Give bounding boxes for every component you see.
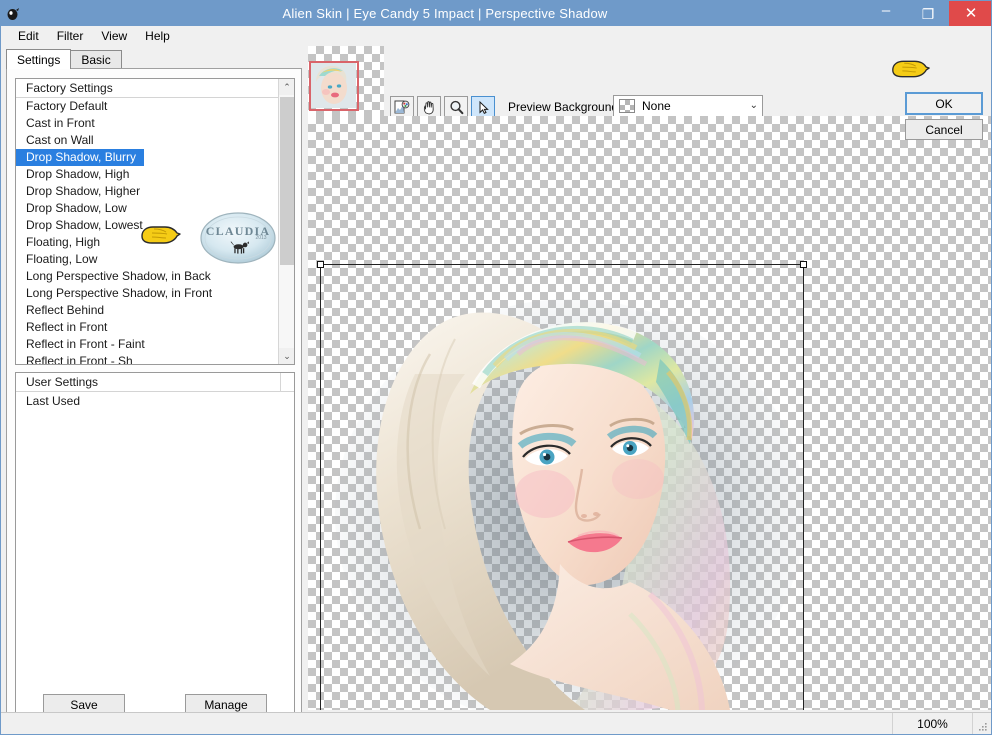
chevron-down-icon[interactable]: ⌄	[750, 100, 758, 111]
user-settings-header: User Settings	[16, 373, 294, 392]
window-title: Alien Skin | Eye Candy 5 Impact | Perspe…	[282, 6, 608, 21]
minimize-button[interactable]: –	[865, 1, 907, 26]
maximize-button[interactable]: ❐	[907, 1, 949, 26]
status-bar: 100%	[1, 712, 991, 734]
hand-pan-icon[interactable]	[417, 96, 441, 118]
list-item-selected[interactable]: Drop Shadow, Blurry	[16, 149, 145, 166]
preview-background-select[interactable]: None ⌄	[613, 95, 763, 117]
window-controls: – ❐ ✕	[865, 1, 991, 26]
menu-filter[interactable]: Filter	[48, 27, 93, 45]
menu-help[interactable]: Help	[136, 27, 179, 45]
preview-image	[320, 264, 820, 710]
preview-background-value: None	[642, 99, 671, 113]
settings-panel-body: Factory Settings Factory Default Cast in…	[6, 68, 302, 730]
title-bar: Alien Skin | Eye Candy 5 Impact | Perspe…	[1, 1, 991, 26]
navigator-thumbnail[interactable]	[308, 46, 384, 122]
preview-toolbar	[390, 96, 495, 118]
factory-settings-header: Factory Settings	[16, 79, 279, 98]
list-item[interactable]: Reflect in Front	[16, 319, 279, 336]
list-item[interactable]: Long Perspective Shadow, in Back	[16, 268, 279, 285]
scroll-up-arrow-icon[interactable]: ⌃	[279, 79, 294, 95]
ok-button[interactable]: OK	[905, 92, 983, 115]
list-item[interactable]: Cast on Wall	[16, 132, 279, 149]
list-item[interactable]: Reflect in Front - Faint	[16, 336, 279, 353]
list-item[interactable]: Long Perspective Shadow, in Front	[16, 285, 279, 302]
claudia-watermark-logo: CLAUDIA 2013	[199, 211, 277, 265]
color-sampler-icon[interactable]	[390, 96, 414, 118]
tab-basic[interactable]: Basic	[70, 50, 122, 69]
list-item-selected-row: Drop Shadow, Blurry	[16, 149, 279, 166]
list-item[interactable]: Reflect Behind	[16, 302, 279, 319]
list-item[interactable]: Last Used	[16, 392, 294, 410]
preview-canvas[interactable]	[308, 116, 991, 710]
menu-view[interactable]: View	[92, 27, 136, 45]
preview-background-label: Preview Background:	[508, 100, 622, 114]
dialog-buttons: OK Cancel	[905, 92, 983, 140]
settings-panel: Settings Basic Factory Settings Factory …	[1, 46, 304, 730]
resize-grip-icon[interactable]	[973, 713, 991, 735]
factory-settings-scrollbar[interactable]: ⌃ ⌄	[278, 79, 294, 364]
svg-text:2013: 2013	[255, 235, 266, 241]
preview-area: Preview Background: None ⌄ OK Cancel	[304, 46, 991, 714]
list-item[interactable]: Cast in Front	[16, 115, 279, 132]
pointer-arrow-icon[interactable]	[471, 96, 495, 118]
pointer-hand-annotation-ok	[888, 54, 932, 87]
close-button[interactable]: ✕	[949, 1, 991, 26]
scroll-down-arrow-icon[interactable]: ⌄	[279, 348, 294, 364]
menu-edit[interactable]: Edit	[9, 27, 48, 45]
zoom-magnifier-icon[interactable]	[444, 96, 468, 118]
list-item[interactable]: Factory Default	[16, 98, 279, 115]
cancel-button[interactable]: Cancel	[905, 119, 983, 140]
user-settings-scroll-gutter	[280, 373, 294, 392]
list-item[interactable]: Drop Shadow, High	[16, 166, 279, 183]
menu-bar: Edit Filter View Help	[1, 26, 991, 46]
list-item[interactable]: Drop Shadow, Higher	[16, 183, 279, 200]
zoom-level-indicator: 100%	[893, 712, 973, 734]
app-icon	[1, 1, 25, 26]
status-message	[1, 712, 893, 734]
scrollbar-thumb[interactable]	[280, 97, 294, 265]
navigator-viewport-rect[interactable]	[309, 61, 359, 111]
tab-settings[interactable]: Settings	[6, 49, 72, 69]
eye-candy-dialog: Alien Skin | Eye Candy 5 Impact | Perspe…	[0, 0, 992, 735]
list-item-partial[interactable]: Reflect in Front - Sh	[16, 353, 279, 364]
user-settings-list[interactable]: User Settings Last Used	[15, 372, 295, 729]
checkerboard-swatch-icon	[619, 99, 635, 113]
tab-strip: Settings Basic	[6, 49, 302, 69]
